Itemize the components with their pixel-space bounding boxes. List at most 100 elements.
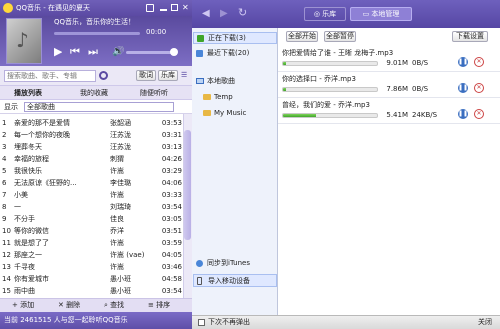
download-row[interactable]: 你把爱情给了谁 - 王晰 龙梅子.mp3 9.01M 0B/S ❚❚ ✕ — [278, 46, 500, 72]
tree-item-temp[interactable]: Temp — [200, 92, 276, 104]
song-row[interactable]: 6 无法原谅《狂野的... 李佳璐 04:06 — [0, 178, 183, 188]
download-area: 全部开始 全部暂停 下载设置 你把爱情给了谁 - 王晰 龙梅子.mp3 9.01M… — [278, 28, 500, 315]
song-row[interactable]: 12 那座之一 许嵩 (vae) 04:05 — [0, 250, 183, 260]
cancel-icon[interactable]: ✕ — [474, 57, 484, 67]
song-list: 1 亲爱的那不是爱情 张韶涵 03:53 2 每一个想你的夜晚 汪苏泷 03:31 3 埋葬冬天汪… — [0, 114, 183, 298]
delete-button[interactable]: ✕ 删除 — [58, 301, 94, 310]
play-icon[interactable]: ▶ — [54, 46, 62, 58]
song-row[interactable]: 13 千寻夜 许嵩 03:46 — [0, 262, 183, 272]
download-settings-button[interactable]: 下载设置 — [452, 31, 488, 42]
folder-icon — [203, 110, 211, 116]
song-artist: 刺猬 — [110, 155, 124, 163]
import-device-item[interactable]: 导入移动设备 — [193, 274, 277, 287]
download-progress — [282, 87, 378, 92]
song-row[interactable]: 7 小美 许嵩 03:33 — [0, 190, 183, 200]
tree-item-recent[interactable]: 最近下载(20) — [193, 48, 277, 60]
song-number: 11 — [2, 239, 11, 247]
download-row[interactable]: 你的选择口 - 乔洋.mp3 7.86M 0B/S ❚❚ ✕ — [278, 72, 500, 98]
close-icon[interactable]: ✕ — [182, 3, 191, 12]
download-row[interactable]: 曾经，我们的爱 - 乔洋.mp3 5.41M 24KB/S ❚❚ ✕ — [278, 98, 500, 124]
song-duration: 03:29 — [161, 167, 182, 175]
filter-select[interactable]: 全部歌曲 — [24, 102, 174, 112]
no-popup-checkbox[interactable] — [198, 319, 205, 326]
tree-item-downloading[interactable]: 正在下载(3) — [193, 32, 277, 44]
sort-button[interactable]: ≡ 排序 — [148, 301, 184, 310]
song-duration: 03:13 — [161, 143, 182, 151]
refresh-icon[interactable]: ↻ — [238, 7, 247, 19]
song-row[interactable]: 10 等你的微信 乔洋 03:51 — [0, 226, 183, 236]
seek-bar[interactable] — [54, 32, 140, 35]
find-button[interactable]: ⌕ 查找 — [104, 301, 140, 310]
menu-icon[interactable]: ☰ — [181, 71, 187, 80]
download-speed: 24KB/S — [412, 111, 438, 119]
song-artist: 许嵩 — [110, 239, 124, 247]
download-icon — [197, 35, 204, 42]
song-row[interactable]: 14 你有爱城市 愚小班 04:58 — [0, 274, 183, 284]
library-button[interactable]: 乐库 — [158, 70, 178, 81]
tab-random[interactable]: 随便听听 — [140, 89, 180, 98]
tree-item-local[interactable]: 本地歌曲 — [193, 76, 277, 88]
search-input[interactable] — [4, 70, 96, 82]
pause-icon[interactable]: ❚❚ — [458, 83, 468, 93]
song-row[interactable]: 2 每一个想你的夜晚 汪苏泷 03:31 — [0, 130, 183, 140]
cancel-icon[interactable]: ✕ — [474, 109, 484, 119]
start-all-button[interactable]: 全部开始 — [286, 31, 318, 42]
panel-close-label[interactable]: 关闭 — [478, 318, 498, 327]
search-icon[interactable] — [99, 71, 108, 80]
download-filename: 曾经，我们的爱 - 乔洋.mp3 — [282, 101, 370, 109]
song-artist: 刘瑞琦 — [110, 203, 131, 211]
tab-favorites[interactable]: 我的收藏 — [80, 89, 120, 98]
forward-icon[interactable]: ▶ — [220, 8, 228, 20]
song-number: 7 — [2, 191, 7, 199]
pause-icon[interactable]: ❚❚ — [458, 109, 468, 119]
song-row[interactable]: 15 雨中曲 愚小班 03:54 — [0, 286, 183, 296]
tab-playlist[interactable]: 播放列表 — [14, 89, 54, 98]
prev-icon[interactable]: ⏮ — [70, 46, 80, 58]
song-title: 幸福的旅程 — [14, 155, 49, 163]
song-title: 不分手 — [14, 215, 35, 223]
window-title: QQ音乐 - 在遇见的夏天 — [16, 4, 90, 12]
skin-icon[interactable] — [146, 4, 154, 12]
volume-icon[interactable]: 🔊 — [112, 46, 124, 58]
song-duration: 04:26 — [161, 155, 182, 163]
song-row[interactable]: 8 一 刘瑞琦 03:54 — [0, 202, 183, 212]
pause-all-button[interactable]: 全部暂停 — [324, 31, 356, 42]
tree-item-mymusic[interactable]: My Music — [200, 108, 276, 120]
back-icon[interactable]: ◀ — [202, 8, 210, 20]
status-text: 当前 2461515 人与您一起聆听QQ音乐 — [4, 316, 128, 324]
song-row[interactable]: 5 我很快乐 许嵩 03:29 — [0, 166, 183, 176]
next-icon[interactable]: ⏭ — [88, 46, 98, 58]
song-row[interactable]: 4 幸福的旅程 刺猬 04:26 — [0, 154, 183, 164]
minimize-icon[interactable] — [160, 9, 167, 11]
song-duration: 03:31 — [161, 131, 182, 139]
tab-local-manage[interactable]: ▭ 本地管理 — [350, 7, 412, 21]
song-duration: 03:05 — [161, 215, 182, 223]
mini-mode-icon[interactable] — [171, 4, 178, 11]
sync-itunes-item[interactable]: 同步到iTunes — [193, 258, 277, 270]
delete-label: 删除 — [66, 301, 81, 309]
song-row[interactable]: 9 不分手 佳良 03:05 — [0, 214, 183, 224]
scrollbar-thumb[interactable] — [184, 130, 191, 240]
song-title: 等你的微信 — [14, 227, 49, 235]
device-icon — [197, 277, 202, 285]
download-list: 你把爱情给了谁 - 王晰 龙梅子.mp3 9.01M 0B/S ❚❚ ✕ 你的选择口 - … — [278, 46, 500, 130]
song-number: 13 — [2, 263, 11, 271]
cancel-icon[interactable]: ✕ — [474, 83, 484, 93]
song-row[interactable]: 1 亲爱的那不是爱情 张韶涵 03:53 — [0, 118, 183, 128]
song-duration: 03:54 — [161, 287, 182, 295]
song-row[interactable]: 3 埋葬冬天 汪苏泷 03:13 — [0, 142, 183, 152]
pause-icon[interactable]: ❚❚ — [458, 57, 468, 67]
song-artist: 乔洋 — [110, 227, 124, 235]
search-row: 歌词 乐库 ☰ — [0, 66, 192, 86]
song-number: 9 — [2, 215, 7, 223]
add-button[interactable]: + 添加 — [12, 301, 48, 310]
song-row[interactable]: 11 就是想了了 许嵩 03:59 — [0, 238, 183, 248]
song-artist: 佳良 — [110, 215, 124, 223]
volume-knob[interactable] — [170, 48, 178, 56]
tab-library[interactable]: ◎ 乐库 — [304, 7, 346, 21]
find-label: 查找 — [110, 301, 125, 309]
song-number: 15 — [2, 287, 11, 295]
lyrics-button[interactable]: 歌词 — [136, 70, 156, 81]
song-title: 埋葬冬天 — [14, 143, 42, 151]
volume-slider[interactable] — [126, 51, 176, 54]
